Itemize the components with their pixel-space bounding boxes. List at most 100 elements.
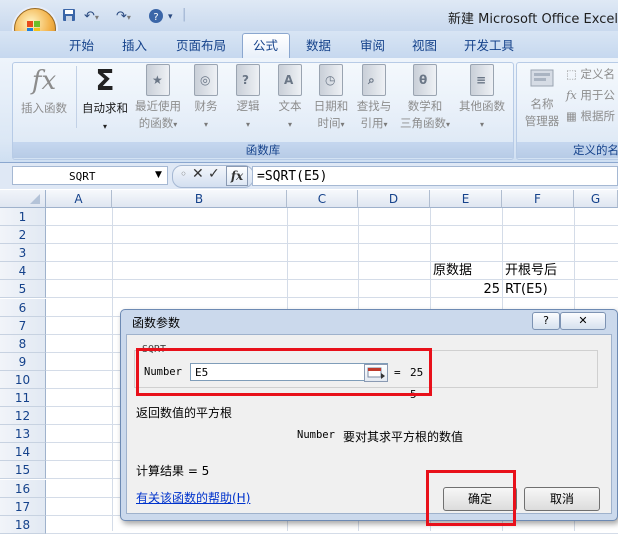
autosum-label: 自动求和 xyxy=(82,101,128,115)
function-library-label: 函数库 xyxy=(13,142,513,158)
column-header-e[interactable]: E xyxy=(430,190,502,208)
row-header-10[interactable]: 10 xyxy=(0,370,46,389)
recent-dropdown-icon: ▾ xyxy=(173,120,178,129)
cell-e5[interactable]: 25 xyxy=(480,281,500,299)
cell-e4[interactable]: 原数据 xyxy=(433,262,472,280)
column-header-f[interactable]: F xyxy=(502,190,574,208)
row-header-13[interactable]: 13 xyxy=(0,425,46,444)
lookup-line2: 引用 xyxy=(360,116,384,130)
column-header-d[interactable]: D xyxy=(358,190,430,208)
use-in-formula-button[interactable]: fx 用于公 xyxy=(566,85,615,106)
row-header-5[interactable]: 5 xyxy=(0,280,46,299)
book-letter-icon: A xyxy=(278,64,302,96)
insert-function-button[interactable]: fx 插入函数 xyxy=(18,64,70,117)
logical-button[interactable]: ? 逻辑 ▾ xyxy=(230,64,266,133)
recent-line2: 的函数 xyxy=(138,116,174,130)
grid-line xyxy=(46,243,618,245)
book-clock-icon: ◷ xyxy=(319,64,343,96)
expand-icon[interactable]: ◦ xyxy=(180,167,187,181)
datetime-line2: 时间 xyxy=(317,116,341,130)
row-header-16[interactable]: 16 xyxy=(0,479,46,498)
text-button[interactable]: A 文本 ▾ xyxy=(272,64,308,133)
autosum-button[interactable]: Σ 自动求和 ▾ xyxy=(80,64,130,135)
more-functions-label: 其他函数 xyxy=(459,99,505,113)
help-link[interactable]: 有关该函数的帮助(H) xyxy=(136,489,250,506)
tab-view[interactable]: 视图 xyxy=(412,36,437,56)
fx-icon: fx xyxy=(31,66,57,96)
lookup-button[interactable]: ⌕ 查找与 引用▾ xyxy=(354,64,394,133)
redo-icon[interactable]: ↷▾ xyxy=(116,8,131,26)
book-star-icon: ★ xyxy=(146,64,170,96)
book-coin-icon: ◎ xyxy=(194,64,218,96)
logical-label: 逻辑 xyxy=(236,99,260,113)
calculation-result: 计算结果 = 5 xyxy=(136,464,210,478)
name-box[interactable]: SQRT xyxy=(12,166,168,185)
dialog-title: 函数参数 xyxy=(132,316,181,330)
tab-home[interactable]: 开始 xyxy=(69,36,94,56)
select-all-corner[interactable] xyxy=(0,190,46,208)
row-header-4[interactable]: 4 xyxy=(0,262,46,281)
quick-access-dropdown-icon[interactable]: ▾ xyxy=(168,8,173,26)
create-from-selection-button[interactable]: ▦ 根据所 xyxy=(566,106,615,127)
defined-names-label: 定义的名 xyxy=(517,142,618,158)
cancel-button[interactable]: 取消 xyxy=(524,487,600,511)
undo-icon[interactable]: ↶▾ xyxy=(84,8,99,26)
dialog-help-button[interactable]: ? xyxy=(532,312,560,330)
name-manager-icon xyxy=(527,64,557,94)
lookup-line1: 查找与 xyxy=(356,99,392,113)
define-name-label: 定义名 xyxy=(580,67,616,81)
enter-check-icon[interactable]: ✓ xyxy=(208,166,220,182)
tab-developer[interactable]: 开发工具 xyxy=(464,36,514,56)
row-header-8[interactable]: 8 xyxy=(0,334,46,353)
name-manager-button[interactable]: 名称 管理器 xyxy=(520,64,564,130)
column-header-g[interactable]: G xyxy=(574,190,618,208)
row-header-17[interactable]: 17 xyxy=(0,497,46,516)
cell-f5[interactable]: RT(E5) xyxy=(505,281,548,299)
row-header-1[interactable]: 1 xyxy=(0,208,46,226)
sigma-icon: Σ xyxy=(95,64,115,97)
define-name-button[interactable]: ⬚ 定义名 xyxy=(566,64,615,85)
tag-icon: ⬚ xyxy=(566,67,577,81)
window-title: 新建 Microsoft Office Excel xyxy=(448,12,618,27)
save-icon[interactable] xyxy=(62,8,76,26)
logical-dropdown-icon: ▾ xyxy=(245,120,250,129)
tab-data[interactable]: 数据 xyxy=(306,36,331,56)
fx-small-icon: fx xyxy=(566,88,577,102)
row-header-15[interactable]: 15 xyxy=(0,461,46,480)
help-circle-icon[interactable]: ? xyxy=(148,8,164,26)
tab-insert[interactable]: 插入 xyxy=(122,36,147,56)
insert-function-fx-icon[interactable]: fx xyxy=(226,166,248,186)
financial-label: 财务 xyxy=(194,99,218,113)
datetime-button[interactable]: ◷ 日期和 时间▾ xyxy=(310,64,352,133)
tab-formulas[interactable]: 公式 xyxy=(253,36,278,56)
book-stack-icon: ≡ xyxy=(470,64,494,96)
dialog-close-button[interactable]: ✕ xyxy=(560,312,606,330)
row-header-9[interactable]: 9 xyxy=(0,352,46,371)
tab-review[interactable]: 审阅 xyxy=(360,36,385,56)
tab-page-layout[interactable]: 页面布局 xyxy=(176,36,226,56)
row-header-6[interactable]: 6 xyxy=(0,298,46,317)
recent-line1: 最近使用 xyxy=(135,99,181,113)
function-description: 返回数值的平方根 xyxy=(136,406,233,420)
row-header-3[interactable]: 3 xyxy=(0,244,46,263)
more-functions-button[interactable]: ≡ 其他函数 ▾ xyxy=(456,64,508,133)
lookup-dropdown-icon: ▾ xyxy=(383,120,388,129)
ribbon-separator xyxy=(76,66,77,128)
row-header-14[interactable]: 14 xyxy=(0,443,46,462)
cell-f4[interactable]: 开根号后 xyxy=(505,262,557,280)
use-in-formula-label: 用于公 xyxy=(580,88,615,102)
name-box-dropdown-icon[interactable]: ▼ xyxy=(155,170,162,180)
cancel-x-icon[interactable]: ✕ xyxy=(192,166,204,182)
row-header-7[interactable]: 7 xyxy=(0,316,46,335)
highlight-box-argument xyxy=(136,348,432,396)
recent-functions-button[interactable]: ★ 最近使用 的函数▾ xyxy=(132,64,184,133)
math-trig-button[interactable]: θ 数学和 三角函数▾ xyxy=(396,64,454,133)
formula-input[interactable]: =SQRT(E5) xyxy=(252,166,618,186)
column-header-a[interactable]: A xyxy=(46,190,112,208)
row-header-2[interactable]: 2 xyxy=(0,226,46,245)
financial-button[interactable]: ◎ 财务 ▾ xyxy=(188,64,224,133)
column-header-b[interactable]: B xyxy=(112,190,287,208)
row-header-12[interactable]: 12 xyxy=(0,407,46,426)
row-header-11[interactable]: 11 xyxy=(0,389,46,407)
column-header-c[interactable]: C xyxy=(287,190,358,208)
